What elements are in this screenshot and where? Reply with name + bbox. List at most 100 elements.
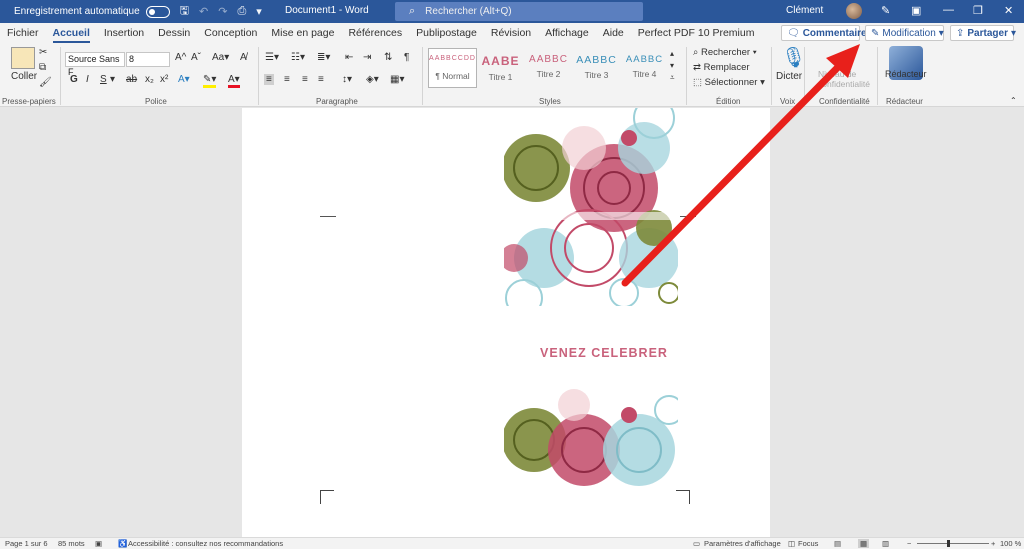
word-count[interactable]: 85 mots [58, 539, 85, 548]
numbering-icon[interactable]: ☷▾ [291, 52, 305, 63]
proofing-icon[interactable]: ▣ [95, 539, 102, 548]
clear-format-icon[interactable]: A̸ [240, 52, 247, 63]
increase-indent-icon[interactable]: ⇥ [363, 52, 371, 63]
shading-icon[interactable]: ◈▾ [366, 74, 379, 85]
style-titre-3[interactable]: AABBC Titre 3 [572, 48, 621, 88]
styles-more-icon[interactable]: ⩡ [670, 73, 675, 83]
page[interactable] [242, 108, 770, 537]
paste-icon[interactable] [11, 47, 35, 69]
user-name[interactable]: Clément [786, 5, 823, 16]
page-count[interactable]: Page 1 sur 6 [5, 539, 48, 548]
replace-button[interactable]: ⇄ Remplacer [693, 62, 750, 73]
style-titre-4[interactable]: AABBC Titre 4 [620, 48, 669, 88]
styles-scroll-down-icon[interactable]: ▾ [670, 61, 674, 70]
tab-fichier[interactable]: Fichier [0, 27, 46, 43]
subscript-button[interactable]: x₂ [145, 74, 154, 85]
zoom-slider-track[interactable] [917, 543, 989, 544]
borders-icon[interactable]: ▦▾ [390, 74, 404, 85]
microphone-icon[interactable]: 🎙 [781, 45, 806, 70]
zoom-slider-thumb[interactable] [947, 540, 950, 547]
select-button[interactable]: ⬚ Sélectionner ▾ [693, 77, 765, 88]
style-normal[interactable]: AABBCCDD ¶ Normal [428, 48, 477, 88]
underline-dropdown-icon[interactable]: ▾ [110, 74, 115, 85]
bullets-icon[interactable]: ☰▾ [265, 52, 279, 63]
tab-affichage[interactable]: Affichage [538, 27, 596, 43]
font-color-button[interactable]: A▾ [228, 74, 240, 88]
font-name-select[interactable]: Source Sans F [65, 52, 125, 77]
sort-icon[interactable]: ⇅ [384, 52, 392, 63]
text-effects-button[interactable]: A▾ [178, 74, 190, 85]
pen-icon[interactable]: ✎ [881, 4, 890, 17]
superscript-button[interactable]: x² [160, 74, 168, 85]
restore-icon[interactable]: ❐ [973, 4, 983, 17]
document-area: VENEZ CELEBRER [0, 108, 1024, 537]
tab-accueil[interactable]: Accueil [46, 27, 97, 43]
document-headline[interactable]: VENEZ CELEBRER [470, 346, 738, 360]
tab-mise-en-page[interactable]: Mise en page [264, 27, 341, 43]
close-icon[interactable]: ✕ [1004, 4, 1013, 17]
decorative-circles-image[interactable] [504, 108, 678, 306]
format-painter-icon[interactable]: 🖌 [39, 77, 52, 88]
zoom-level[interactable]: 100 % [1000, 539, 1021, 548]
zoom-out-icon[interactable]: − [907, 539, 911, 548]
justify-icon[interactable]: ≡ [318, 74, 324, 85]
style-titre-1[interactable]: AABE Titre 1 [476, 48, 525, 88]
align-center-icon[interactable]: ≡ [284, 74, 290, 85]
minimize-icon[interactable]: — [943, 4, 954, 16]
redo-icon[interactable]: ↷ [218, 5, 227, 18]
copy-icon[interactable]: ⧉ [39, 62, 46, 73]
zoom-in-icon[interactable]: + [991, 539, 995, 548]
customize-qat-icon[interactable]: ▾ [256, 5, 262, 18]
tab-dessin[interactable]: Dessin [151, 27, 197, 43]
change-case-button[interactable]: Aa▾ [212, 52, 229, 63]
tab-aide[interactable]: Aide [596, 27, 631, 43]
strikethrough-button[interactable]: ab [126, 74, 137, 85]
editing-mode-button[interactable]: ✎ Modification ▾ [865, 25, 944, 41]
italic-button[interactable]: I [86, 74, 89, 85]
sensitivity-button[interactable]: Niveau de confidentialité [818, 69, 872, 89]
read-mode-icon[interactable]: ▤ [834, 539, 841, 548]
find-button[interactable]: ⌕ Rechercher ▾ [693, 47, 757, 58]
tab-conception[interactable]: Conception [197, 27, 264, 43]
comments-button[interactable]: 🗨 Commentaires [781, 25, 872, 41]
highlight-color-button[interactable]: ✎▾ [203, 74, 217, 88]
styles-scroll-up-icon[interactable]: ▴ [670, 49, 674, 58]
tab-insertion[interactable]: Insertion [97, 27, 151, 43]
focus-button[interactable]: Focus [798, 539, 818, 548]
underline-button[interactable]: S [100, 74, 107, 85]
accessibility-status[interactable]: Accessibilité : consultez nos recommanda… [128, 539, 283, 548]
multilevel-list-icon[interactable]: ≣▾ [317, 52, 330, 63]
tab-publipostage[interactable]: Publipostage [409, 27, 484, 43]
undo-icon[interactable]: ↶ [199, 5, 208, 18]
decrease-indent-icon[interactable]: ⇤ [345, 52, 353, 63]
style-titre-2[interactable]: AABBC Titre 2 [524, 48, 573, 88]
print-layout-icon[interactable]: ▦ [858, 539, 870, 548]
dictate-button[interactable]: Dicter [776, 71, 802, 82]
collapse-ribbon-icon[interactable]: ⌃ [1010, 96, 1017, 105]
display-settings-button[interactable]: Paramètres d'affichage [704, 539, 781, 548]
bold-button[interactable]: G [70, 74, 78, 85]
search-input[interactable]: ⌕ Rechercher (Alt+Q) [395, 2, 643, 21]
paste-button[interactable]: Coller [11, 71, 37, 82]
print-icon[interactable]: ⎙ [237, 5, 246, 18]
editor-group-label: Rédacteur [886, 97, 923, 106]
shrink-font-icon[interactable]: Aˇ [191, 52, 201, 63]
align-right-icon[interactable]: ≡ [302, 74, 308, 85]
grow-font-icon[interactable]: A^ [175, 52, 186, 63]
align-left-icon[interactable]: ≡ [264, 74, 274, 85]
line-spacing-icon[interactable]: ↕▾ [342, 74, 352, 85]
font-size-select[interactable]: 8 [126, 52, 170, 67]
decorative-circles-image-bottom[interactable] [504, 380, 678, 488]
autosave-toggle[interactable] [145, 5, 170, 18]
web-layout-icon[interactable]: ▥ [882, 539, 889, 548]
tab-references[interactable]: Références [341, 27, 409, 43]
save-icon[interactable]: 🖫 [180, 2, 189, 21]
editor-button[interactable]: Rédacteur [885, 69, 927, 79]
tab-revision[interactable]: Révision [484, 27, 538, 43]
show-formatting-icon[interactable]: ¶ [404, 52, 409, 63]
avatar[interactable] [846, 3, 862, 19]
ribbon-display-icon[interactable]: ▣ [911, 4, 921, 17]
tab-perfect-pdf[interactable]: Perfect PDF 10 Premium [631, 27, 762, 43]
cut-icon[interactable]: ✂ [39, 47, 47, 58]
share-button[interactable]: ⇪ Partager ▾ [950, 25, 1016, 41]
